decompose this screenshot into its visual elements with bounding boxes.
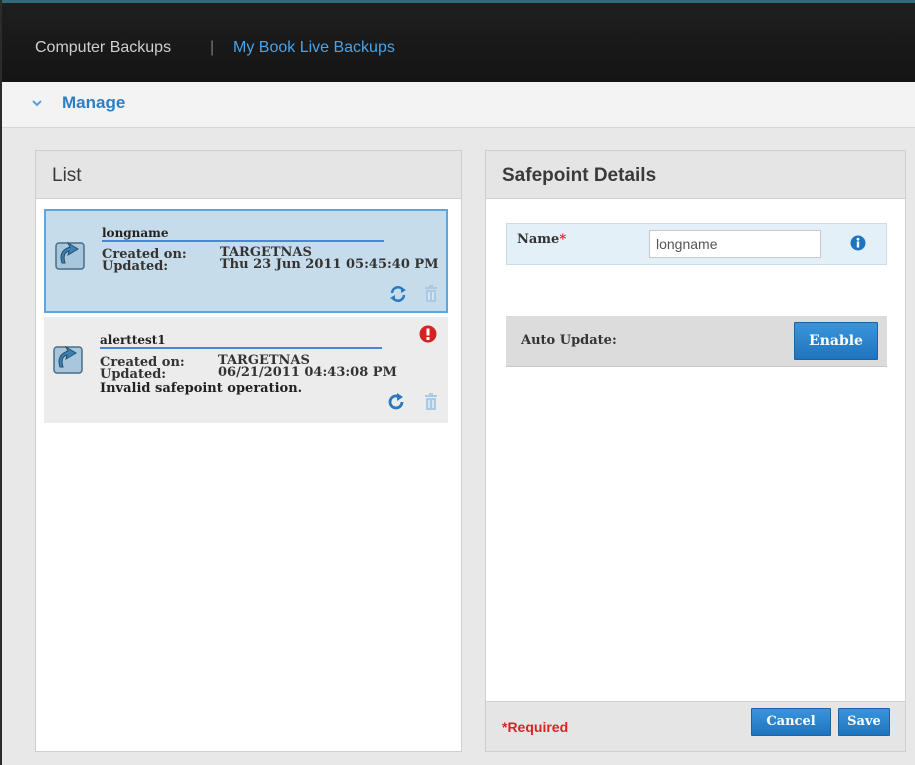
refresh-icon[interactable] <box>388 393 406 411</box>
item-divider <box>100 347 382 349</box>
name-label-text: Name <box>517 232 560 247</box>
updated-label: Updated: <box>102 259 169 274</box>
item-name: longname <box>102 226 169 240</box>
app-frame: Computer Backups | My Book Live Backups … <box>0 0 915 765</box>
updated-value: 06/21/2011 04:43:08 PM <box>218 365 397 380</box>
details-panel-title: Safepoint Details <box>486 151 905 199</box>
list-item[interactable]: longname Created on: TARGETNAS Updated: … <box>44 209 448 313</box>
manage-bar[interactable]: Manage <box>2 82 915 128</box>
auto-update-label: Auto Update: <box>521 333 617 348</box>
sync-icon[interactable] <box>389 285 407 303</box>
required-note: *Required <box>502 719 569 735</box>
manage-title[interactable]: Manage <box>62 93 125 113</box>
backup-icon <box>53 345 83 374</box>
backup-icon <box>55 241 85 270</box>
tab-computer-backups[interactable]: Computer Backups <box>35 39 171 57</box>
details-footer: *Required Cancel Save <box>486 701 905 751</box>
updated-label: Updated: <box>100 367 167 382</box>
save-button[interactable]: Save <box>838 708 890 736</box>
updated-value: Thu 23 Jun 2011 05:45:40 PM <box>220 257 439 272</box>
error-message: Invalid safepoint operation. <box>100 381 303 396</box>
list-panel-title: List <box>36 151 461 199</box>
auto-update-row: Auto Update: Enable <box>506 316 887 367</box>
tab-my-book-live-backups[interactable]: My Book Live Backups <box>233 39 395 57</box>
alert-icon <box>419 325 437 343</box>
name-input[interactable] <box>649 230 821 258</box>
info-icon[interactable] <box>850 235 866 251</box>
details-panel: Safepoint Details Name* Auto Update: Ena… <box>485 150 906 752</box>
required-asterisk: * <box>559 232 567 247</box>
name-label: Name* <box>517 232 566 247</box>
top-nav: Computer Backups | My Book Live Backups <box>2 0 915 82</box>
cancel-button[interactable]: Cancel <box>751 708 831 736</box>
name-row: Name* <box>506 223 887 265</box>
item-divider <box>102 240 384 242</box>
tab-separator: | <box>210 39 215 56</box>
trash-icon[interactable] <box>424 393 438 410</box>
chevron-down-icon[interactable] <box>30 96 44 110</box>
item-name: alerttest1 <box>100 333 166 347</box>
enable-button[interactable]: Enable <box>794 322 878 360</box>
list-item[interactable]: alerttest1 Created on: TARGETNAS Updated… <box>44 317 448 423</box>
list-panel: List longname Created on: TARGETNAS Upda… <box>35 150 462 752</box>
trash-icon[interactable] <box>424 285 438 302</box>
